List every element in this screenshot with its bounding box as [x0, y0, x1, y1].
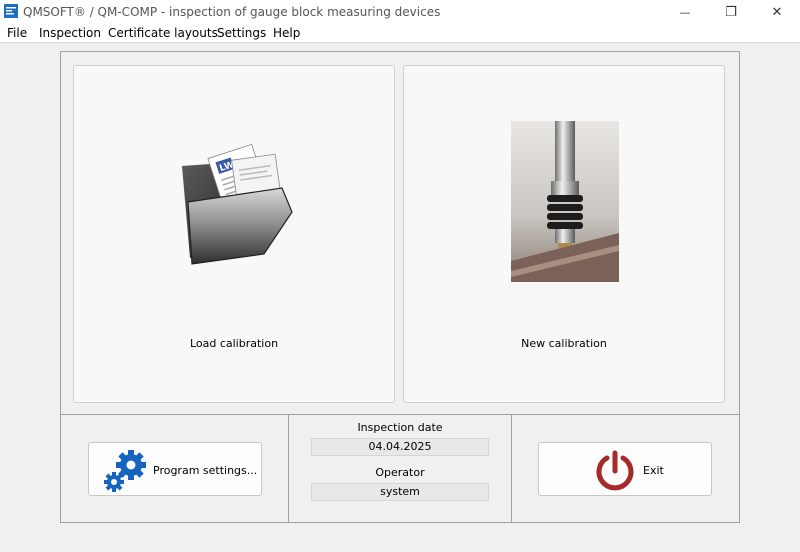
exit-button[interactable]: Exit [538, 442, 712, 496]
close-button[interactable]: ✕ [754, 0, 800, 24]
inspection-date-label: Inspection date [357, 421, 443, 434]
load-calibration-button[interactable]: LW Load calibration [73, 65, 395, 403]
operator-label: Operator [375, 466, 425, 479]
maximize-button[interactable]: ❐ [708, 0, 754, 24]
operator-value: system [311, 483, 489, 501]
menu-settings[interactable]: Settings [217, 26, 266, 40]
menu-help[interactable]: Help [273, 26, 300, 40]
gears-icon [104, 450, 146, 492]
power-icon [596, 450, 634, 491]
menu-inspection[interactable]: Inspection [39, 26, 101, 40]
menu-file[interactable]: File [7, 26, 27, 40]
maximize-icon: ❐ [725, 4, 737, 20]
exit-label: Exit [643, 464, 664, 477]
inspection-date-value: 04.04.2025 [311, 438, 489, 456]
new-calibration-button[interactable]: New calibration [403, 65, 725, 403]
program-settings-button[interactable]: Program settings... [88, 442, 262, 496]
menu-bar: File Inspection Certificate layouts Sett… [0, 24, 800, 43]
measuring-probe-image [511, 121, 619, 282]
folder-documents-icon: LW [182, 143, 293, 265]
window-title: QMSOFT® / QM-COMP - inspection of gauge … [23, 5, 441, 19]
app-icon [4, 4, 18, 18]
new-calibration-label: New calibration [521, 337, 607, 350]
minimize-button[interactable]: — [662, 0, 708, 24]
title-bar: QMSOFT® / QM-COMP - inspection of gauge … [0, 0, 800, 24]
close-icon: ✕ [771, 4, 783, 20]
load-calibration-label: Load calibration [189, 337, 279, 350]
program-settings-label: Program settings... [153, 464, 258, 477]
menu-certificate-layouts[interactable]: Certificate layouts [108, 26, 218, 40]
divider [511, 415, 512, 523]
minimize-icon: — [679, 5, 691, 19]
